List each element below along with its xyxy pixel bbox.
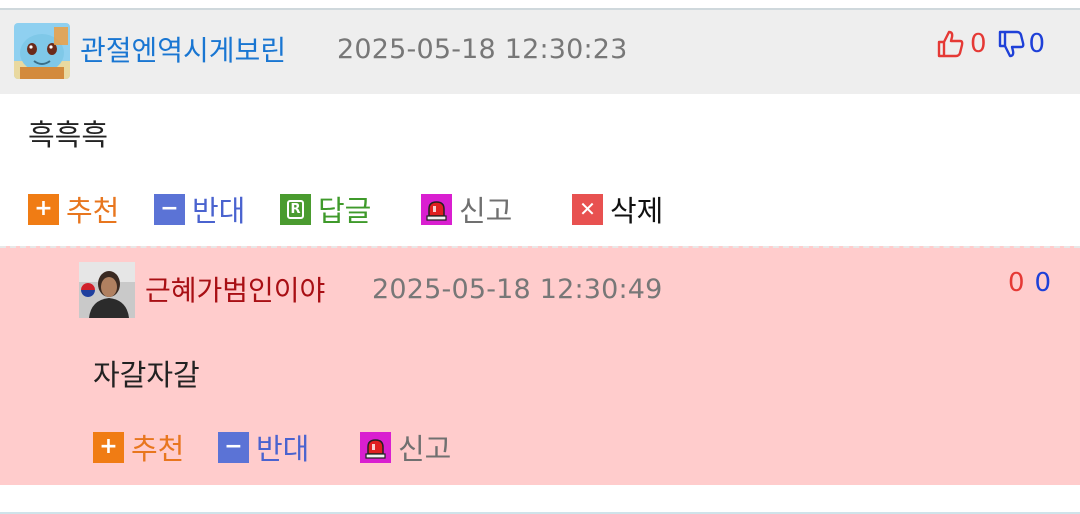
reply-r-icon: R — [280, 193, 311, 225]
plus-icon: + — [28, 193, 59, 225]
delete-label: 삭제 — [610, 194, 664, 228]
thumbs-down-icon[interactable] — [995, 28, 1027, 60]
recommend-button[interactable]: + 추천 — [93, 426, 184, 468]
recommend-label: 추천 — [131, 432, 185, 466]
upvote-count: 0 — [970, 29, 987, 59]
reply-body: 자갈자갈 — [93, 358, 200, 392]
minus-icon: − — [154, 193, 185, 225]
delete-button[interactable]: ✕ 삭제 — [572, 188, 663, 230]
downvote-count: 0 — [1028, 29, 1046, 59]
avatar[interactable] — [14, 23, 70, 79]
reply-timestamp: 2025-05-18 12:30:49 — [372, 274, 663, 305]
reply-votes: 0 0 — [1008, 268, 1051, 298]
comment-body: 흑흑흑 — [28, 118, 109, 152]
siren-icon — [360, 431, 391, 463]
comment-timestamp: 2025-05-18 12:30:23 — [337, 34, 628, 65]
report-button[interactable]: 신고 — [360, 426, 451, 468]
siren-icon — [421, 193, 452, 225]
recommend-button[interactable]: + 추천 — [28, 188, 119, 230]
report-label: 신고 — [398, 432, 452, 466]
x-icon: ✕ — [572, 193, 603, 225]
recommend-label: 추천 — [66, 194, 120, 228]
report-label: 신고 — [459, 194, 513, 228]
reply-author[interactable]: 근혜가범인이야 — [145, 269, 325, 309]
avatar[interactable] — [79, 262, 135, 318]
upvote-count: 0 — [1008, 268, 1025, 298]
downvote-count: 0 — [1034, 268, 1052, 298]
comment-votes: 0 0 — [934, 28, 1045, 60]
oppose-button[interactable]: − 반대 — [218, 426, 309, 468]
thumbs-up-icon[interactable] — [934, 28, 966, 60]
oppose-label: 반대 — [192, 194, 246, 228]
report-button[interactable]: 신고 — [421, 188, 512, 230]
reply-label: 답글 — [318, 194, 372, 228]
oppose-label: 반대 — [256, 432, 310, 466]
oppose-button[interactable]: − 반대 — [154, 188, 245, 230]
comment-author[interactable]: 관절엔역시게보린 — [80, 29, 286, 69]
minus-icon: − — [218, 431, 249, 463]
plus-icon: + — [93, 431, 124, 463]
reply-button[interactable]: R 답글 — [280, 188, 371, 230]
